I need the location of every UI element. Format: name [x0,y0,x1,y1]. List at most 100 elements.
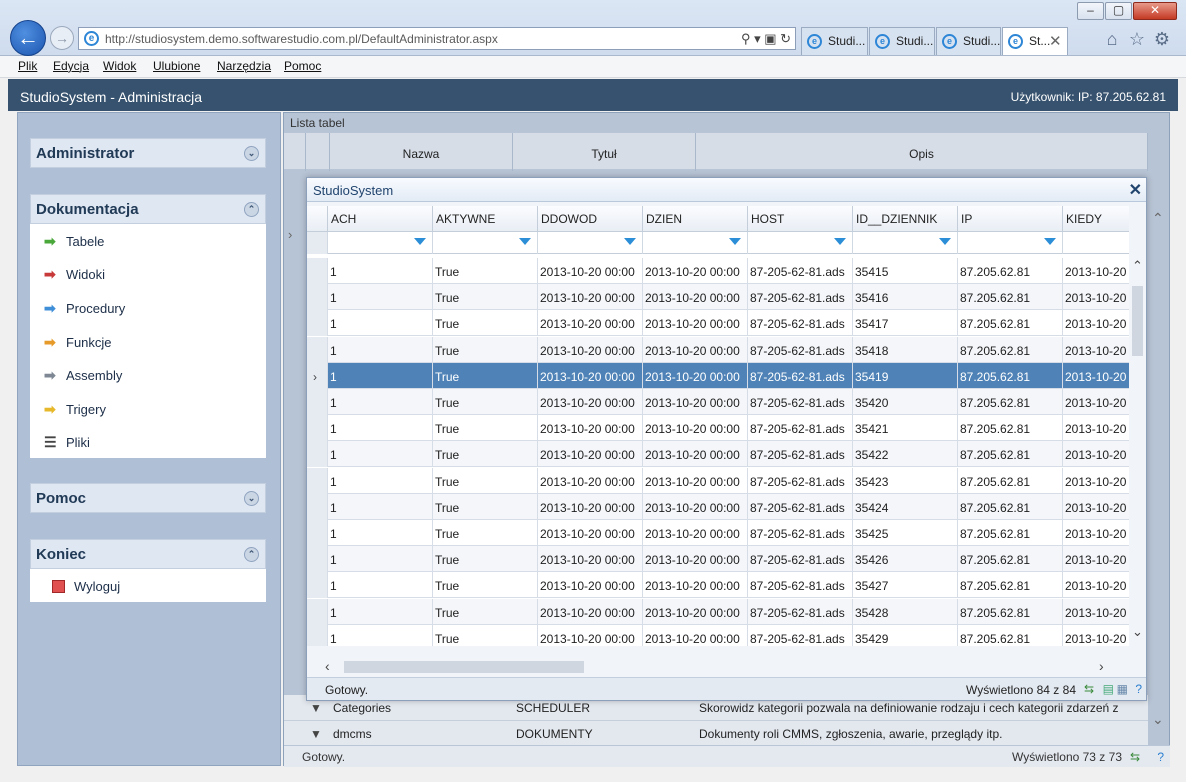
scroll-left-icon[interactable]: ‹ [325,658,330,674]
row-header [307,520,328,546]
table-row[interactable]: 1 True 2013-10-20 00:00 2013-10-20 00:00 87-… [307,493,1129,520]
filter-cell[interactable] [433,232,538,254]
filter-cell[interactable] [853,232,958,254]
column-header[interactable]: IP [958,206,1063,232]
column-header[interactable]: DZIEN [643,206,748,232]
logout-button[interactable]: Wyloguj [52,578,120,594]
expand-icon[interactable]: ▼ [310,701,322,715]
home-icon[interactable]: ⌂ [1101,29,1123,49]
filter-icon[interactable] [414,238,426,245]
table-row[interactable]: 1 True 2013-10-20 00:00 2013-10-20 00:00 87-… [307,624,1129,646]
section-koniec[interactable]: Koniec ⌃ [30,539,266,569]
column-header[interactable]: HOST [748,206,853,232]
browser-tab-active[interactable]: e St... ✕ [1002,27,1068,55]
chevron-down-icon[interactable]: ⌄ [244,491,259,506]
table-row[interactable]: 1 True 2013-10-20 00:00 2013-10-20 00:00 87-… [307,389,1129,415]
table-row[interactable]: 1 True 2013-10-20 00:00 2013-10-20 00:00 87-… [307,546,1129,573]
expand-icon[interactable]: ▼ [310,727,322,741]
cell-aktywne: True [433,258,538,284]
scroll-down-icon[interactable]: ⌄ [1152,711,1164,728]
close-window-button[interactable]: ✕ [1133,2,1177,20]
browser-tab[interactable]: e Studi... [801,27,868,55]
sidebar-item-pliki[interactable]: ☰ Pliki [44,434,90,451]
filter-icon[interactable] [519,238,531,245]
scrollbar-thumb[interactable] [1132,286,1143,356]
address-tools[interactable]: ⚲ ▾ ▣ ↻ [741,31,791,47]
filter-cell[interactable] [643,232,748,254]
filter-icon[interactable] [729,238,741,245]
menu-widok[interactable]: Widok [103,59,136,73]
address-bar[interactable]: e http://studiosystem.demo.softwarestudi… [78,27,796,50]
menu-pomoc[interactable]: Pomoc [284,59,321,73]
horizontal-scrollbar[interactable]: ‹ › [307,658,1146,676]
filter-cell[interactable] [1063,232,1129,254]
browser-tab[interactable]: e Studi... [936,27,1001,55]
table-row[interactable]: 1 True 2013-10-20 00:00 2013-10-20 00:00 87-… [307,336,1129,363]
scroll-up-icon[interactable]: ⌃ [1152,210,1164,227]
back-button[interactable]: ← [10,20,46,56]
chevron-up-icon[interactable]: ⌃ [244,202,259,217]
favorites-star-icon[interactable]: ☆ [1126,29,1148,49]
sidebar-item-funkcje[interactable]: ➡ Funkcje [44,334,112,351]
section-dokumentacja[interactable]: Dokumentacja ⌃ [30,194,266,224]
close-icon[interactable]: ✕ [1129,180,1142,200]
table-row[interactable]: 1 True 2013-10-20 00:00 2013-10-20 00:00 87-… [307,520,1129,546]
help-icon[interactable]: ? [1135,682,1142,696]
table-row[interactable]: ▼ dmcms DOKUMENTY Dokumenty roli CMMS, z… [284,721,1148,747]
section-pomoc[interactable]: Pomoc ⌄ [30,483,266,513]
section-administrator[interactable]: Administrator ⌄ [30,138,266,168]
table-row[interactable]: 1 True 2013-10-20 00:00 2013-10-20 00:00 87-… [307,467,1129,494]
close-tab-icon[interactable]: ✕ [1049,32,1062,50]
menu-plik[interactable]: Plik [18,59,37,73]
refresh-icon[interactable]: ⇆ [1084,682,1094,696]
table-row[interactable]: 1 True 2013-10-20 00:00 2013-10-20 00:00 87-… [307,415,1129,442]
column-header[interactable]: Tytuł [513,133,696,171]
chevron-down-icon[interactable]: ⌄ [244,146,259,161]
table-row[interactable]: 1 True 2013-10-20 00:00 2013-10-20 00:00 87-… [307,441,1129,468]
column-header[interactable]: ID__DZIENNIK [853,206,958,232]
column-header[interactable]: ACH [328,206,433,232]
column-header[interactable]: DDOWOD [538,206,643,232]
scrollbar-thumb[interactable] [344,661,584,673]
table-row[interactable]: 1 True 2013-10-20 00:00 2013-10-20 00:00 87-… [307,258,1129,284]
menu-ulubione[interactable]: Ulubione [153,59,200,73]
browser-tab[interactable]: e Studi... [869,27,935,55]
scroll-up-icon[interactable]: ⌃ [1132,258,1143,274]
menu-edycja[interactable]: Edycja [53,59,89,73]
filter-cell[interactable] [328,232,433,254]
sidebar-item-widoki[interactable]: ➡ Widoki [44,266,105,283]
table-row[interactable]: 1 True 2013-10-20 00:00 2013-10-20 00:00 87-… [307,284,1129,311]
sidebar-item-trigery[interactable]: ➡ Trigery [44,401,106,418]
filter-icon[interactable] [1044,238,1056,245]
table-row[interactable]: › 1 True 2013-10-20 00:00 2013-10-20 00:00 87… [307,362,1129,389]
minimize-button[interactable]: – [1077,2,1104,20]
filter-cell[interactable] [538,232,643,254]
vertical-scrollbar[interactable]: ⌃ ⌄ [1129,258,1146,646]
column-header[interactable]: Opis [696,133,1148,171]
scroll-down-icon[interactable]: ⌄ [1132,624,1143,640]
forward-button[interactable]: → [50,26,74,50]
filter-cell[interactable] [958,232,1063,254]
export-icon[interactable]: ▤ [1103,682,1114,696]
help-icon[interactable]: ? [1157,750,1164,764]
chevron-up-icon[interactable]: ⌃ [244,547,259,562]
sidebar-item-tabele[interactable]: ➡ Tabele [44,233,104,250]
table-row[interactable]: 1 True 2013-10-20 00:00 2013-10-20 00:00 87-… [307,310,1129,337]
scroll-right-icon[interactable]: › [1099,658,1104,674]
filter-icon[interactable] [624,238,636,245]
sidebar-item-procedury[interactable]: ➡ Procedury [44,300,125,317]
sidebar-item-assembly[interactable]: ➡ Assembly [44,367,122,384]
filter-icon[interactable] [834,238,846,245]
table-row[interactable]: 1 True 2013-10-20 00:00 2013-10-20 00:00 87-… [307,572,1129,599]
filter-cell[interactable] [748,232,853,254]
menu-narzedzia[interactable]: Narzędzia [217,59,271,73]
column-header[interactable]: Nazwa [330,133,513,171]
gear-icon[interactable]: ⚙ [1151,29,1173,49]
maximize-button[interactable]: ▢ [1105,2,1132,20]
settings-icon[interactable]: ▦ [1117,682,1128,696]
filter-icon[interactable] [939,238,951,245]
column-header[interactable]: KIEDY [1063,206,1129,232]
table-row[interactable]: 1 True 2013-10-20 00:00 2013-10-20 00:00 87-… [307,598,1129,625]
refresh-icon[interactable]: ⇆ [1130,750,1140,764]
column-header[interactable]: AKTYWNE [433,206,538,232]
